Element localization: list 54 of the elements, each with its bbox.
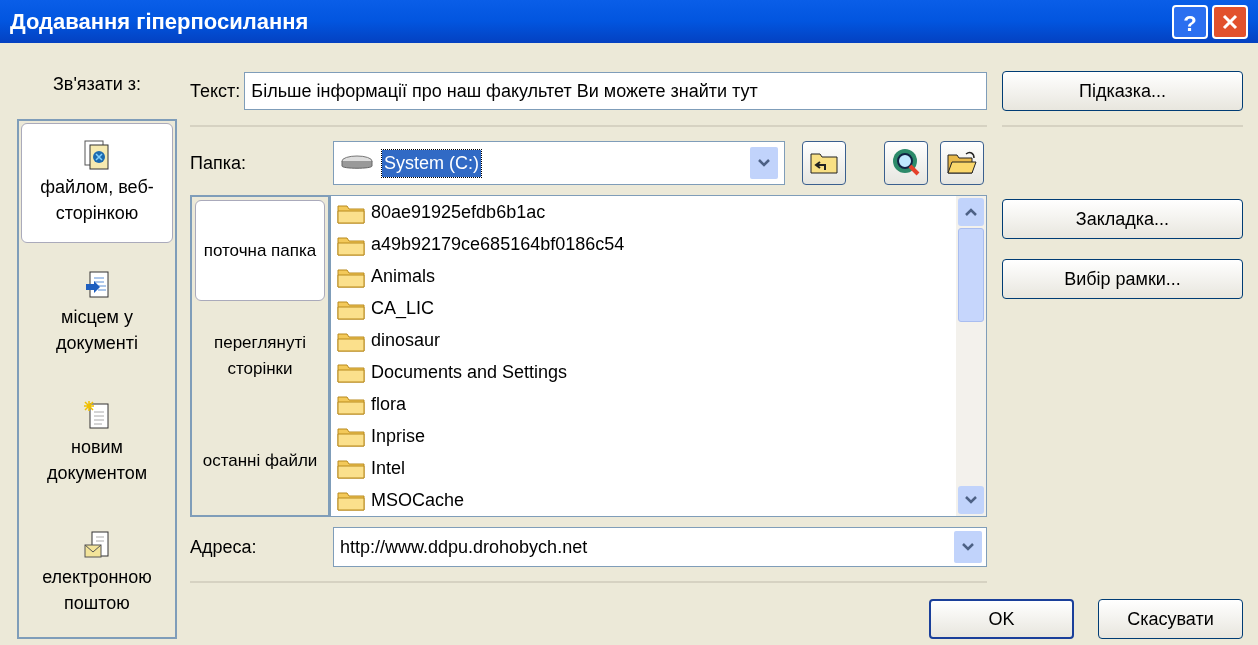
scroll-down-button[interactable] xyxy=(958,486,984,514)
folder-dropdown[interactable]: System (C:) xyxy=(333,141,785,185)
browse-tab[interactable]: останні файли xyxy=(195,410,325,512)
folder-icon xyxy=(337,457,365,480)
document-arrow-icon xyxy=(84,270,110,300)
link-to-label: Зв'язати з: xyxy=(52,73,141,95)
folder-label: Папка: xyxy=(190,151,247,175)
browse-folder-button[interactable] xyxy=(940,141,984,185)
browse-tab[interactable]: поточна папка xyxy=(195,200,325,302)
target-frame-button[interactable]: Вибір рамки... xyxy=(1002,259,1243,299)
new-document-icon xyxy=(84,400,110,430)
text-label: Текст: xyxy=(190,79,241,103)
file-list-item[interactable]: Documents and Settings xyxy=(331,356,956,389)
file-list-item[interactable]: Intel xyxy=(331,452,956,485)
close-button[interactable] xyxy=(1212,4,1248,39)
close-icon xyxy=(1221,12,1239,31)
link-type-option[interactable]: файлом, веб-сторінкою xyxy=(21,123,173,243)
link-type-option[interactable]: місцем у документі xyxy=(21,253,173,373)
up-folder-button[interactable] xyxy=(802,141,846,185)
drive-icon xyxy=(340,154,374,172)
open-folder-icon xyxy=(946,149,978,177)
browse-tab[interactable]: переглянуті сторінки xyxy=(195,305,325,407)
screen-tip-button[interactable]: Підказка... xyxy=(1002,71,1243,111)
ok-button[interactable]: OK xyxy=(929,599,1074,639)
document-envelope-icon xyxy=(84,530,110,560)
file-list-item[interactable]: flora xyxy=(331,388,956,421)
help-button[interactable]: ? xyxy=(1172,4,1208,39)
link-type-option[interactable]: новим документом xyxy=(21,383,173,503)
file-list-item[interactable]: a49b92179ce685164bf0186c54 xyxy=(331,228,956,261)
folder-icon xyxy=(337,393,365,416)
chevron-up-icon xyxy=(964,207,978,217)
link-type-option[interactable]: електронною поштою xyxy=(21,513,173,633)
scroll-up-button[interactable] xyxy=(958,198,984,226)
file-list-item[interactable]: 80ae91925efdb6b1ac xyxy=(331,197,956,229)
address-field[interactable]: http://www.ddpu.drohobych.net xyxy=(333,527,987,567)
chevron-down-icon xyxy=(964,495,978,505)
file-list-item[interactable]: Inprise xyxy=(331,420,956,453)
bookmark-button[interactable]: Закладка... xyxy=(1002,199,1243,239)
text-field[interactable]: Більше інформації про наш факультет Ви можете знайти тут xyxy=(244,72,987,110)
folder-icon xyxy=(337,425,365,448)
file-list-item[interactable]: MSOCache xyxy=(331,484,956,517)
address-label: Адреса: xyxy=(190,535,258,559)
scrollbar[interactable] xyxy=(956,196,986,516)
folder-icon xyxy=(337,361,365,384)
folder-up-icon xyxy=(809,151,839,175)
file-list-item[interactable]: dinosaur xyxy=(331,324,956,357)
scroll-thumb[interactable] xyxy=(958,228,984,322)
cancel-button[interactable]: Скасувати xyxy=(1098,599,1243,639)
web-page-icon xyxy=(84,140,110,170)
folder-icon xyxy=(337,489,365,512)
file-list-item[interactable]: CA_LIC xyxy=(331,292,956,325)
web-search-button[interactable] xyxy=(884,141,928,185)
file-list-item[interactable]: Animals xyxy=(331,260,956,293)
window-title: Додавання гіперпосилання xyxy=(10,8,309,36)
